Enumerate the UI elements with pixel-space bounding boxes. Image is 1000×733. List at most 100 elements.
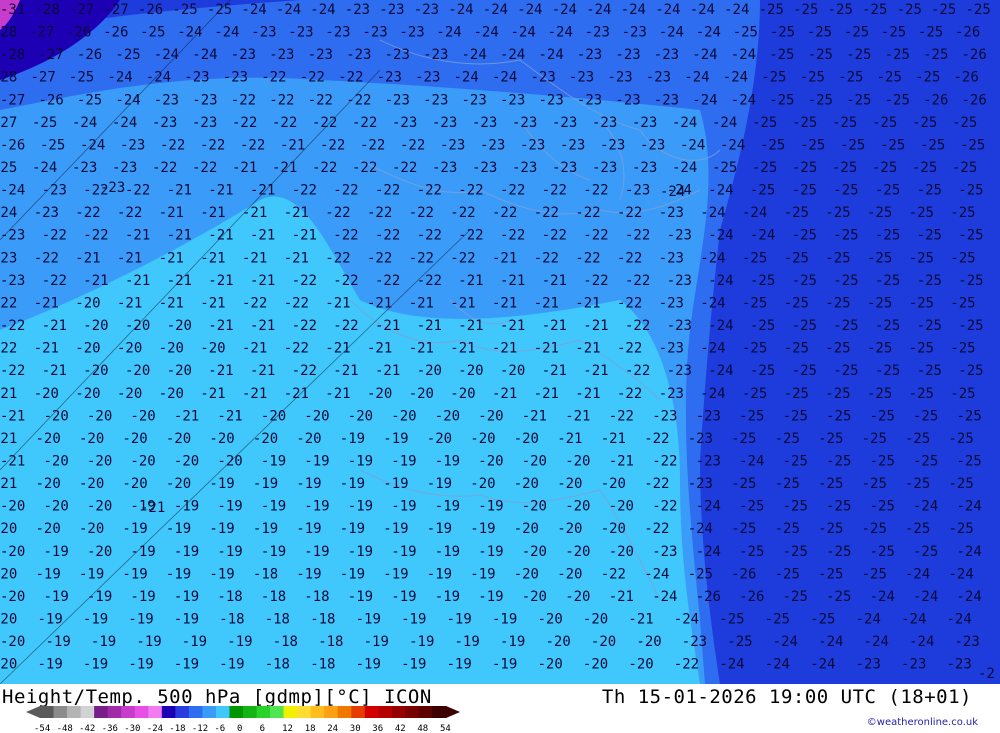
temp-label: -24 [731, 92, 756, 108]
legend-swatch [297, 706, 312, 718]
temp-label: -25 [870, 408, 895, 424]
temp-label: -25 [881, 25, 906, 41]
temp-label: -20 [348, 408, 373, 424]
temp-label: -23 [667, 318, 692, 334]
temp-label: -20 [117, 386, 142, 402]
temp-label: -22 [409, 250, 434, 266]
temp-label: -23 [577, 47, 602, 63]
temp-label: -20 [391, 408, 416, 424]
temp-label: -20 [450, 386, 475, 402]
temp-label: -24 [870, 589, 895, 605]
temp-label: -20 [79, 476, 104, 492]
temp-label: -19 [261, 544, 286, 560]
temp-label: -19 [130, 544, 155, 560]
temp-label: -20 [478, 454, 503, 470]
temp-label: -23 [377, 70, 402, 86]
temperature-map[interactable]: -31 -28 -27 -27 -26 -25 -25 -24 -24 -24 -23 -23 -23-… [0, 0, 1000, 684]
temp-label: -24 [500, 47, 525, 63]
temp-label: -25 [783, 544, 808, 560]
temp-label: -25 [752, 160, 777, 176]
credit-link[interactable]: ©weatheronline.co.uk [867, 717, 978, 728]
temp-label: -26 [0, 137, 25, 153]
temp-label: -19 [435, 589, 460, 605]
temp-label: -24 [672, 160, 697, 176]
temp-label: -20 [0, 589, 25, 605]
temp-label: -21 [458, 318, 483, 334]
temp-label-extra: -23 [100, 180, 125, 196]
temp-label: -20 [44, 454, 69, 470]
temp-label: -20 [167, 318, 192, 334]
temp-label: -23 [462, 92, 487, 108]
temp-label: -23 [632, 160, 657, 176]
temp-label: -20 [167, 363, 192, 379]
temp-label: -21 [522, 408, 547, 424]
temp-label: -19 [391, 544, 416, 560]
temp-label: -19 [340, 431, 365, 447]
temp-label: -19 [391, 454, 416, 470]
temp-label: -25 [875, 363, 900, 379]
legend-swatch [67, 706, 82, 718]
temp-label: -25 [867, 250, 892, 266]
temp-label: -22 [617, 341, 642, 357]
temp-label: -21 [0, 476, 17, 492]
temp-label: -22 [42, 228, 67, 244]
temp-label: -25 [958, 228, 983, 244]
temp-label: -23 [379, 2, 404, 18]
temp-label-extra: -2 [978, 666, 995, 682]
temp-label: -25 [828, 2, 853, 18]
temp-label: -25 [739, 408, 764, 424]
temp-label: -25 [915, 70, 940, 86]
temp-label: -25 [825, 341, 850, 357]
temp-label: -23 [231, 47, 256, 63]
temp-label: -21 [250, 228, 275, 244]
temp-label: -20 [522, 499, 547, 515]
temp-label: -23 [539, 92, 564, 108]
temp-label: -20 [514, 431, 539, 447]
temp-label: -20 [514, 521, 539, 537]
temp-label: -25 [909, 386, 934, 402]
temp-label: -21 [217, 408, 242, 424]
temp-label: -20 [36, 476, 61, 492]
temp-label: -20 [500, 363, 525, 379]
temp-label: -20 [458, 363, 483, 379]
temp-label: -25 [769, 47, 794, 63]
temp-label: -21 [208, 273, 233, 289]
temp-label: -23 [659, 386, 684, 402]
temp-label: -26 [954, 70, 979, 86]
temp-label: -24 [765, 657, 790, 673]
temp-label: -19 [128, 657, 153, 673]
temp-label: -22 [458, 183, 483, 199]
temp-label: -20 [304, 408, 329, 424]
temp-label: -22 [375, 228, 400, 244]
temp-label: -21 [500, 273, 525, 289]
temp-label: -25 [912, 160, 937, 176]
temp-label: -24 [146, 70, 171, 86]
legend-tick-label: 30 [350, 724, 361, 733]
temp-label: -24 [655, 2, 680, 18]
temp-label: -24 [724, 2, 749, 18]
temp-label: -24 [492, 70, 517, 86]
temp-label: -25 [905, 521, 930, 537]
temp-label: -23 [399, 25, 424, 41]
temp-label: -19 [427, 566, 452, 582]
legend-tick-label: -12 [192, 724, 208, 733]
temp-label: -23 [955, 634, 980, 650]
temp-label: -20 [565, 499, 590, 515]
temp-label: -19 [492, 657, 517, 673]
temp-label: -19 [348, 589, 373, 605]
temp-label: -22 [200, 137, 225, 153]
temp-label: -23 [480, 137, 505, 153]
temp-label: -25 [784, 205, 809, 221]
legend-tick-label: -30 [124, 724, 140, 733]
temp-label: -25 [833, 228, 858, 244]
map-title: Height/Temp. 500 hPa [gdmp][°C] ICON [2, 686, 432, 708]
temp-label: -25 [949, 431, 974, 447]
temp-label: -22 [333, 228, 358, 244]
temp-label: -21 [125, 273, 150, 289]
temp-label: -25 [862, 431, 887, 447]
temp-label: -19 [209, 521, 234, 537]
temp-label: -21 [409, 341, 434, 357]
temp-label: -20 [0, 566, 17, 582]
temp-label: -22 [152, 160, 177, 176]
temp-label: -24 [659, 25, 684, 41]
